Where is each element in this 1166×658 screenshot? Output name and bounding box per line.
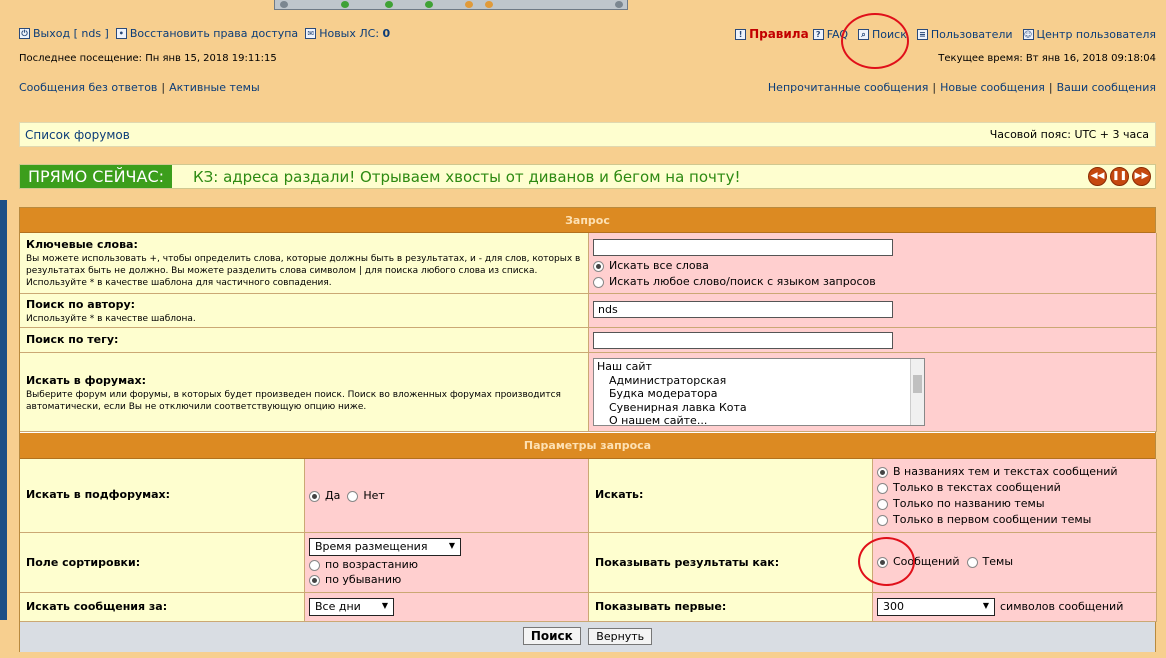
listbox-scrollbar[interactable] [910,359,924,425]
current-time: Текущее время: Вт янв 16, 2018 09:18:04 [938,53,1156,64]
period-value: Все дни [315,600,361,613]
form-footer: Поиск Вернуть [20,622,1155,652]
forum-option[interactable]: О нашем сайте... [597,414,921,425]
news-text[interactable]: КЗ: адреса раздали! Отрываем хвосты от д… [193,168,741,186]
query-header: Запрос [20,208,1155,233]
reset-button[interactable]: Вернуть [588,628,653,645]
search-in-option: Только в текстах сообщений [893,481,1061,494]
subforums-no-label: Нет [363,489,385,502]
new-posts-link[interactable]: Новые сообщения [940,81,1045,94]
sort-field-value: Время размещения [315,540,428,553]
show-topics-label: Темы [982,555,1014,568]
search-button[interactable]: Поиск [522,627,581,645]
annotation-circle [841,13,909,69]
quick-links: Сообщения без ответов | Активные темы Непр… [19,81,1156,94]
users-link[interactable]: Пользователи [931,28,1013,41]
sort-asc-label: по возрастанию [325,558,419,571]
pm-count: 0 [382,27,391,40]
show-first-label: Показывать первые: [595,600,727,613]
pm-icon: ✉ [305,28,317,39]
tag-label: Поиск по тегу: [26,333,119,346]
subforums-label: Искать в подфорумах: [26,488,171,501]
unanswered-link[interactable]: Сообщения без ответов [19,81,157,94]
chevron-down-icon: ▼ [381,601,388,610]
forums-listbox[interactable]: Наш сайт Администраторская Будка модерат… [593,358,925,426]
ucp-link[interactable]: Центр пользователя [1037,28,1156,41]
search-in-radio[interactable] [877,466,888,478]
search-in-radio[interactable] [877,482,888,494]
forum-list-link[interactable]: Список форумов [25,128,130,142]
header-banner [274,0,628,10]
show-first-select[interactable]: 300 ▼ [877,598,995,616]
last-visit: Последнее посещение: Пн янв 15, 2018 19:… [19,53,277,64]
forum-option[interactable]: Администраторская [597,374,921,388]
keywords-label: Ключевые слова: [26,238,138,251]
faq-icon: ? [812,28,824,40]
search-in-radio[interactable] [877,498,888,510]
subforums-yes-radio[interactable] [309,490,320,502]
tag-input[interactable] [593,332,893,349]
logout-icon: ⏻ [19,28,30,39]
show-as-label: Показывать результаты как: [595,556,780,569]
unread-link[interactable]: Непрочитанные сообщения [768,81,928,94]
any-word-radio[interactable] [593,276,604,288]
keywords-desc: Вы можете использовать +, чтобы определи… [26,254,581,288]
all-words-label: Искать все слова [609,259,709,272]
visit-info: Последнее посещение: Пн янв 15, 2018 19:… [19,53,1156,64]
search-form: Запрос Ключевые слова: Вы можете использ… [19,207,1157,652]
pause-icon[interactable]: ❚❚ [1110,167,1129,186]
author-input[interactable]: nds [593,301,893,318]
top-nav: ⏻ Выход [ nds ] • Восстановить права досту… [19,27,1156,43]
search-in-label: Искать: [595,488,644,501]
show-first-suffix: символов сообщений [1000,600,1124,613]
search-in-option: В названиях тем и текстах сообщений [893,465,1118,478]
chevron-down-icon: ▼ [982,601,989,610]
timezone: Часовой пояс: UTC + 3 часа [989,128,1149,141]
sort-field-select[interactable]: Время размещения ▼ [309,538,461,556]
show-topics-radio[interactable] [966,556,978,568]
subforums-no-radio[interactable] [347,490,359,502]
breadcrumb: Список форумов Часовой пояс: UTC + 3 час… [19,122,1156,147]
restore-icon: • [115,28,127,39]
search-in-option: Только в первом сообщении темы [893,513,1092,526]
search-in-radio[interactable] [877,514,888,526]
sort-label: Поле сортировки: [26,556,141,569]
prev-icon[interactable]: ◀◀ [1088,167,1107,186]
forum-option[interactable]: Сувенирная лавка Кота [597,401,921,415]
forums-desc: Выберите форум или форумы, в которых буд… [26,390,561,412]
forum-option[interactable]: Будка модератора [597,387,921,401]
forums-label: Искать в форумах: [26,374,146,387]
sort-asc-radio[interactable] [309,559,320,571]
any-word-label: Искать любое слово/поиск с языком запрос… [609,275,876,288]
period-select[interactable]: Все дни ▼ [309,598,394,616]
show-first-value: 300 [883,600,904,613]
news-ticker: ПРЯМО СЕЙЧАС: КЗ: адреса раздали! Отрыва… [19,164,1156,189]
all-words-radio[interactable] [593,260,604,272]
rules-icon: ! [735,28,747,40]
rules-link[interactable]: Правила [749,27,809,41]
forum-option[interactable]: Наш сайт [597,360,921,374]
author-label: Поиск по автору: [26,298,136,311]
period-label: Искать сообщения за: [26,600,168,613]
search-in-option: Только по названию темы [893,497,1045,510]
left-decoration [0,200,7,620]
restore-permissions-link[interactable]: Восстановить права доступа [130,27,298,40]
author-desc: Используйте * в качестве шаблона. [26,314,196,324]
keywords-input[interactable] [593,239,893,256]
ucp-icon: ☺ [1022,28,1034,40]
sort-desc-label: по убыванию [325,573,402,586]
active-topics-link[interactable]: Активные темы [169,81,260,94]
chevron-down-icon: ▼ [448,541,455,550]
logout-link[interactable]: Выход [ nds ] [33,27,109,40]
users-icon: ≡ [916,28,928,40]
annotation-circle [858,537,915,586]
pm-link[interactable]: Новых ЛС: [319,27,379,40]
params-header: Параметры запроса [20,433,1155,459]
next-icon[interactable]: ▶▶ [1132,167,1151,186]
subforums-yes-label: Да [325,489,341,502]
news-tag: ПРЯМО СЕЙЧАС: [20,165,173,188]
sort-desc-radio[interactable] [309,574,320,586]
your-posts-link[interactable]: Ваши сообщения [1057,81,1156,94]
